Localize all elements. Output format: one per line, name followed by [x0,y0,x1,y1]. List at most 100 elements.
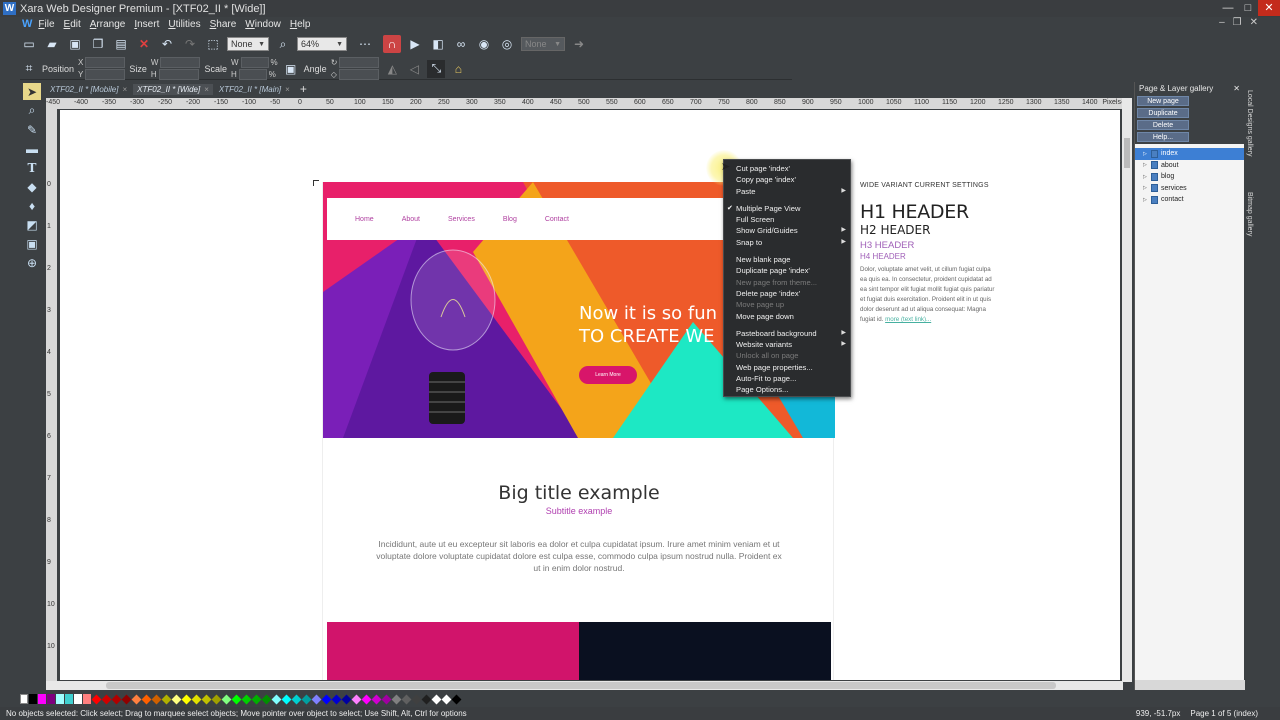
publish-icon[interactable]: ◎ [498,35,516,53]
color-swatch[interactable] [231,694,242,704]
text-tool-icon[interactable]: T [23,159,41,176]
color-swatch[interactable] [341,694,352,704]
x-field[interactable] [85,57,126,68]
color-swatch[interactable] [401,694,412,704]
color-swatch[interactable] [56,694,64,704]
color-swatch[interactable] [431,694,442,704]
color-swatch[interactable] [381,694,392,704]
tab-close-icon[interactable]: × [204,85,209,94]
new-page-button[interactable]: New page [1137,96,1189,106]
tab-mobile[interactable]: XTF02_II * [Mobile] × [46,84,131,95]
tab-close-icon[interactable]: × [285,85,290,94]
color-swatch[interactable] [74,694,82,704]
gallery-scrollbar[interactable] [1135,680,1245,690]
help-button[interactable]: Help... [1137,132,1189,142]
page-item-services[interactable]: ▷ services [1135,183,1244,195]
color-swatch[interactable] [371,694,382,704]
nav-services[interactable]: Services [448,216,475,223]
skew-field[interactable] [338,69,379,80]
shadow-tool-icon[interactable]: ◩ [23,216,41,233]
menu-utilities[interactable]: Utilities [168,19,200,30]
color-swatch[interactable] [451,694,462,704]
redo-icon[interactable]: ↷ [181,35,199,53]
freehand-tool-icon[interactable]: ✎ [23,121,41,138]
learn-more-button[interactable]: Learn More [579,366,637,384]
color-swatch[interactable] [271,694,282,704]
link-icon[interactable]: ∞ [452,35,470,53]
color-swatch[interactable] [131,694,142,704]
menu-file[interactable]: File [38,19,54,30]
page-item-about[interactable]: ▷ about [1135,160,1244,172]
color-swatch[interactable] [291,694,302,704]
context-menu-item[interactable]: Website variants ▶ [724,339,850,350]
context-menu-item[interactable]: Auto-Fit to page... [724,373,850,384]
context-menu-item[interactable]: Move page down [724,311,850,322]
zoom-select[interactable]: 64% ▼ [297,37,347,51]
doc-close-button[interactable]: ✕ [1250,17,1258,28]
color-swatch[interactable] [83,694,91,704]
color-swatch[interactable] [361,694,372,704]
undo-icon[interactable]: ↶ [158,35,176,53]
color-swatch[interactable] [201,694,212,704]
gallery-close-icon[interactable]: ✕ [1233,84,1240,93]
open-folder-icon[interactable]: ▰ [43,35,61,53]
delete-button[interactable]: Delete [1137,120,1189,130]
export-icon[interactable]: ◧ [429,35,447,53]
color-swatch[interactable] [311,694,322,704]
copy-icon[interactable]: ❐ [89,35,107,53]
magnify-tool-icon[interactable]: ⊕ [23,254,41,271]
color-swatch[interactable] [91,694,102,704]
page-item-blog[interactable]: ▷ blog [1135,171,1244,183]
context-menu-item[interactable]: Page Options... [724,384,850,395]
paste-icon[interactable]: ▤ [112,35,130,53]
color-swatch[interactable] [211,694,222,704]
selector-tool-icon[interactable]: ➤ [23,83,41,100]
color-swatch[interactable] [151,694,162,704]
menu-insert[interactable]: Insert [134,19,159,30]
page-item-contact[interactable]: ▷ contact [1135,194,1244,206]
menu-share[interactable]: Share [210,19,237,30]
nav-blog[interactable]: Blog [503,216,517,223]
height-field[interactable] [158,69,199,80]
save-icon[interactable]: ▣ [66,35,84,53]
context-menu-item[interactable]: Show Grid/Guides ▶ [724,225,850,236]
transform-icon[interactable]: ⤡ [427,59,446,78]
nav-about[interactable]: About [402,216,420,223]
context-menu-item[interactable]: Duplicate page 'index' [724,265,850,276]
flip-horizontal-icon[interactable]: ◭ [383,60,401,78]
color-swatch[interactable] [161,694,172,704]
scale-height-field[interactable] [238,69,267,80]
color-swatch[interactable] [65,694,73,704]
nav-home[interactable]: Home [355,216,374,223]
local-designs-tab[interactable]: Local Designs gallery [1246,90,1253,157]
scale-width-field[interactable] [240,57,269,68]
import-icon[interactable]: ▶ [406,35,424,53]
color-swatch[interactable] [191,694,202,704]
doc-restore-button[interactable]: ❐ [1233,17,1242,28]
color-swatch[interactable] [421,694,432,704]
canvas[interactable]: Home About Services Blog Contact Now it … [60,110,1120,680]
delete-icon[interactable]: ✕ [135,35,153,53]
duplicate-button[interactable]: Duplicate [1137,108,1189,118]
fit-page-icon[interactable]: ⬚ [204,35,222,53]
context-menu-item[interactable]: Cut page 'index' [724,163,850,174]
new-document-icon[interactable]: ▭ [20,35,38,53]
y-field[interactable] [85,69,126,80]
context-menu-item[interactable]: Web page properties... [724,362,850,373]
context-menu-item[interactable]: Snap to ▶ [724,237,850,248]
color-swatch[interactable] [261,694,272,704]
photo-tool-icon[interactable]: ▣ [23,235,41,252]
color-swatch[interactable] [171,694,182,704]
color-swatch[interactable] [221,694,232,704]
context-menu-item[interactable]: New blank page [724,254,850,265]
color-swatch[interactable] [121,694,132,704]
preview-icon[interactable]: ◉ [475,35,493,53]
color-swatch[interactable] [251,694,262,704]
color-swatch[interactable] [351,694,362,704]
context-menu-item[interactable]: Paste ▶ [724,186,850,197]
color-swatch[interactable] [47,694,55,704]
snap-dots-icon[interactable]: ⋯ [352,35,378,53]
zoom-tool-icon[interactable]: ⌕ [23,102,41,119]
color-swatch[interactable] [301,694,312,704]
transparency-tool-icon[interactable]: ♦ [23,197,41,214]
